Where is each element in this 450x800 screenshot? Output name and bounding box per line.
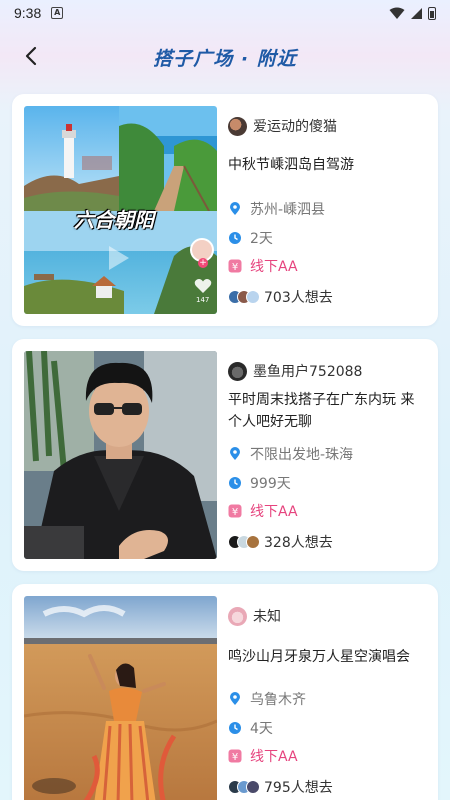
location-text: 乌鲁木齐 [250,692,306,708]
yen-icon: ¥ [228,749,242,763]
header: 搭子广场 · 附近 [0,36,450,76]
duration-row: 999天 [228,473,291,493]
duration-row: 2天 [228,228,273,248]
participant-avatars [228,290,260,304]
clock-icon [229,722,241,734]
location-text: 不限出发地-珠海 [250,447,354,463]
author-avatar [228,361,247,381]
follow-plus-icon[interactable]: + [198,258,208,268]
author-avatar [228,606,247,626]
svg-text:¥: ¥ [232,752,238,763]
author[interactable]: 未知 [228,606,281,626]
like-count: 147 [196,296,210,304]
author-name: 爱运动的傻猫 [253,119,337,135]
svg-text:¥: ¥ [232,507,238,518]
trip-title: 鸣沙山月牙泉万人星空演唱会 [228,649,410,665]
post-card-2[interactable]: 墨鱼用户752088 平时周末找搭子在广东内玩 来个人吧好无聊 不限出发地-珠海… [12,339,438,571]
participant-avatars [228,535,260,549]
heart-icon[interactable] [194,278,212,294]
signal-icon [411,7,422,19]
yen-icon: ¥ [228,504,242,518]
want-row: 795人想去 [228,777,333,797]
post-image[interactable]: 六合朝阳 + 147 [24,106,217,314]
location-row: 苏州-嵊泗县 [228,199,325,219]
want-row: 328人想去 [228,532,333,552]
location-row: 乌鲁木齐 [228,689,306,709]
location-pin-icon [230,447,240,460]
cost-mode: 线下AA [250,749,298,765]
want-count: 328人想去 [264,535,333,551]
post-card-3[interactable]: 未知 鸣沙山月牙泉万人星空演唱会 乌鲁木齐 4天 ¥ 线下AA 795人想去 [12,584,438,800]
status-bar: 9:38 A [0,0,450,26]
post-image[interactable] [24,351,217,559]
want-count: 795人想去 [264,780,333,796]
want-row: 703人想去 [228,287,333,307]
participant-avatars [228,780,260,794]
location-pin-icon [230,202,240,215]
participant-avatar [246,535,260,549]
location-pin-icon [230,692,240,705]
post-image[interactable] [24,596,217,800]
want-count: 703人想去 [264,290,333,306]
cost-row: ¥ 线下AA [228,501,298,521]
clock-icon [229,477,241,489]
location-text: 苏州-嵊泗县 [250,202,326,218]
trip-title: 中秋节嵊泗岛自驾游 [228,157,354,173]
wifi-icon [389,7,405,19]
author-name: 未知 [253,609,281,625]
page-title: 搭子广场 · 附近 [153,48,297,70]
notification-icon: A [51,7,64,19]
author[interactable]: 爱运动的傻猫 [228,116,337,136]
yen-icon: ¥ [228,259,242,273]
clock-icon [229,232,241,244]
author-name: 墨鱼用户752088 [253,364,363,380]
duration-text: 2天 [250,231,273,247]
duration-text: 999天 [250,476,291,492]
participant-avatar [246,780,260,794]
trip-title: 平时周末找搭子在广东内玩 来个人吧好无聊 [228,392,415,430]
duration-row: 4天 [228,718,273,738]
status-time: 9:38 [14,5,42,21]
participant-avatar [246,290,260,304]
cost-row: ¥ 线下AA [228,746,298,766]
cost-mode: 线下AA [250,504,298,520]
battery-icon [428,6,436,20]
cost-mode: 线下AA [250,259,298,275]
post-card-1[interactable]: 六合朝阳 + 147 爱运动的傻猫 中秋节嵊泗岛自驾游 苏州-嵊泗县 2天 ¥ … [12,94,438,326]
duration-text: 4天 [250,721,273,737]
status-icons [389,6,436,20]
image-caption: 六合朝阳 [74,208,154,232]
location-row: 不限出发地-珠海 [228,444,353,464]
author-avatar [228,116,247,136]
cost-row: ¥ 线下AA [228,256,298,276]
author[interactable]: 墨鱼用户752088 [228,361,362,381]
svg-text:¥: ¥ [232,262,238,273]
